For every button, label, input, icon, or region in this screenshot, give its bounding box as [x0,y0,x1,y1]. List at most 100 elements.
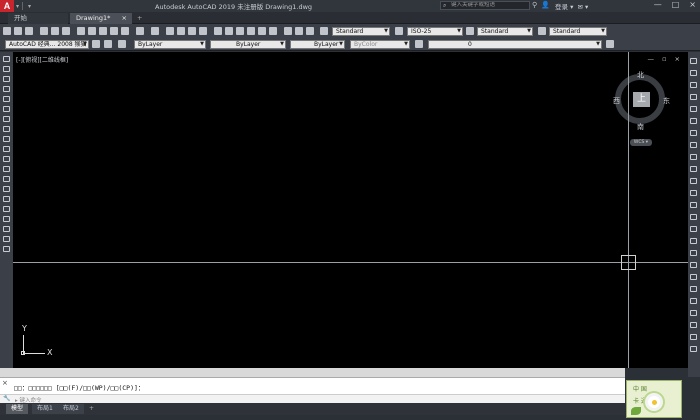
close-button[interactable]: × [689,0,696,9]
zoom-window-icon[interactable] [188,27,196,35]
markup-icon[interactable] [258,27,266,35]
ellipse-arc-icon[interactable] [3,156,10,162]
point-icon[interactable] [3,186,10,192]
matchprop-icon[interactable] [110,27,118,35]
properties-icon[interactable] [214,27,222,35]
lineweight-select[interactable]: ByLayer ▼ [290,40,345,49]
dim-arc-icon[interactable] [690,274,697,280]
mirror-icon[interactable] [690,82,697,88]
redo-icon[interactable] [151,27,159,35]
add-selected-icon[interactable] [3,246,10,252]
color-select[interactable]: ByLayer ▼ [134,40,206,49]
rectangle-icon[interactable] [3,96,10,102]
command-input[interactable]: 🔧 ▸ 键入命令 [0,394,625,404]
tool-palettes-icon[interactable] [236,27,244,35]
rotate-icon[interactable] [690,130,697,136]
block-icon[interactable] [121,27,129,35]
dbconnect-icon[interactable] [284,27,292,35]
viewport-controls[interactable]: — ▫ × [648,55,683,63]
viewcube-east[interactable]: 东 [663,96,670,106]
tab-drawing1[interactable]: Drawing1* × [70,13,132,24]
copy-object-icon[interactable] [690,70,697,76]
help-icon[interactable] [306,27,314,35]
break-icon[interactable] [690,190,697,196]
explode-icon[interactable] [690,238,697,244]
hatch-icon[interactable] [3,196,10,202]
extend-icon[interactable] [690,178,697,184]
join-icon[interactable] [690,202,697,208]
mleader-style-select[interactable]: Standard ▼ [549,27,607,36]
qdim-icon[interactable] [690,334,697,340]
table-icon[interactable] [3,226,10,232]
array-icon[interactable] [690,106,697,112]
cut-icon[interactable] [77,27,85,35]
new-icon[interactable] [3,27,11,35]
open-icon[interactable] [14,27,22,35]
polyline-icon[interactable] [3,76,10,82]
arc-icon[interactable] [3,106,10,112]
plotstyle-select[interactable]: ByColor ▼ [350,40,410,49]
publish-icon[interactable] [62,27,70,35]
workspace-settings-icon[interactable] [92,40,100,48]
dim-ordinate-icon[interactable] [690,286,697,292]
region-icon[interactable] [3,216,10,222]
minimize-button[interactable]: — [654,0,662,9]
drawing-canvas[interactable]: [-][俯视][二维线框] — ▫ × 上 北 南 东 西 WCS ▾ Y X [13,52,688,368]
gradient-icon[interactable] [3,206,10,212]
search-input[interactable]: ⌕ 键入关键字或短语 [440,1,530,10]
paste-icon[interactable] [99,27,107,35]
new-tab-button[interactable]: + [135,13,147,24]
polygon-icon[interactable] [3,86,10,92]
quick-access-dropdown-icon[interactable]: ▾ [28,3,31,10]
dim-aligned-icon[interactable] [690,262,697,268]
plot-icon[interactable] [40,27,48,35]
user-icon[interactable]: 👤 [541,1,550,9]
maximize-button[interactable]: □ [672,0,680,9]
viewcube-west[interactable]: 西 [613,96,620,106]
offset-icon[interactable] [690,94,697,100]
save-icon[interactable] [25,27,33,35]
add-layout-button[interactable]: + [84,404,99,414]
dim-style-select[interactable]: ISO-25 ▼ [407,27,463,36]
stretch-icon[interactable] [690,154,697,160]
sheet-set-icon[interactable] [247,27,255,35]
chamfer-icon[interactable] [690,214,697,220]
copy-icon[interactable] [88,27,96,35]
app-menu-dropdown-icon[interactable]: ▾ [16,3,19,10]
dim-radius-icon[interactable] [690,298,697,304]
make-block-icon[interactable] [3,176,10,182]
tab-close-icon[interactable]: × [122,13,127,23]
table-style-select[interactable]: Standard ▼ [477,27,533,36]
move-icon[interactable] [690,118,697,124]
layer-previous-icon[interactable] [606,40,614,48]
undo-icon[interactable] [136,27,144,35]
viewcube-top-face[interactable]: 上 [633,92,650,107]
scale-icon[interactable] [690,142,697,148]
layer-select[interactable]: 0 ▼ [428,40,602,49]
circle-icon[interactable] [3,116,10,122]
design-center-icon[interactable] [225,27,233,35]
workspace-select[interactable]: AutoCAD 经典... 2008 猴猫 ▼ [5,40,89,49]
tab-layout2[interactable]: 布局2 [58,404,84,414]
dim-edit-icon[interactable] [690,346,697,352]
wcs-menu[interactable]: WCS ▾ [630,139,652,146]
tab-layout1[interactable]: 布局1 [32,404,58,414]
lock-ui-icon[interactable] [104,40,112,48]
fillet-icon[interactable] [690,226,697,232]
close-icon[interactable]: × [2,379,8,387]
dim-angular-icon[interactable] [690,322,697,328]
mtext-icon[interactable] [3,236,10,242]
construction-line-icon[interactable] [3,66,10,72]
line-icon[interactable] [3,56,10,62]
tab-start[interactable]: 开始 [8,13,68,24]
find-icon[interactable]: ⚲ [532,1,537,9]
trim-icon[interactable] [690,166,697,172]
linetype-select[interactable]: ByLayer ▼ [210,40,286,49]
help-circle-icon[interactable] [118,40,126,48]
login-button[interactable]: 登录 ▾ ✉ ▾ [555,1,588,11]
revcloud-icon[interactable] [3,126,10,132]
erase-icon[interactable] [690,58,697,64]
viewcube-south[interactable]: 南 [637,122,644,132]
spline-icon[interactable] [3,136,10,142]
grid-icon[interactable] [295,27,303,35]
